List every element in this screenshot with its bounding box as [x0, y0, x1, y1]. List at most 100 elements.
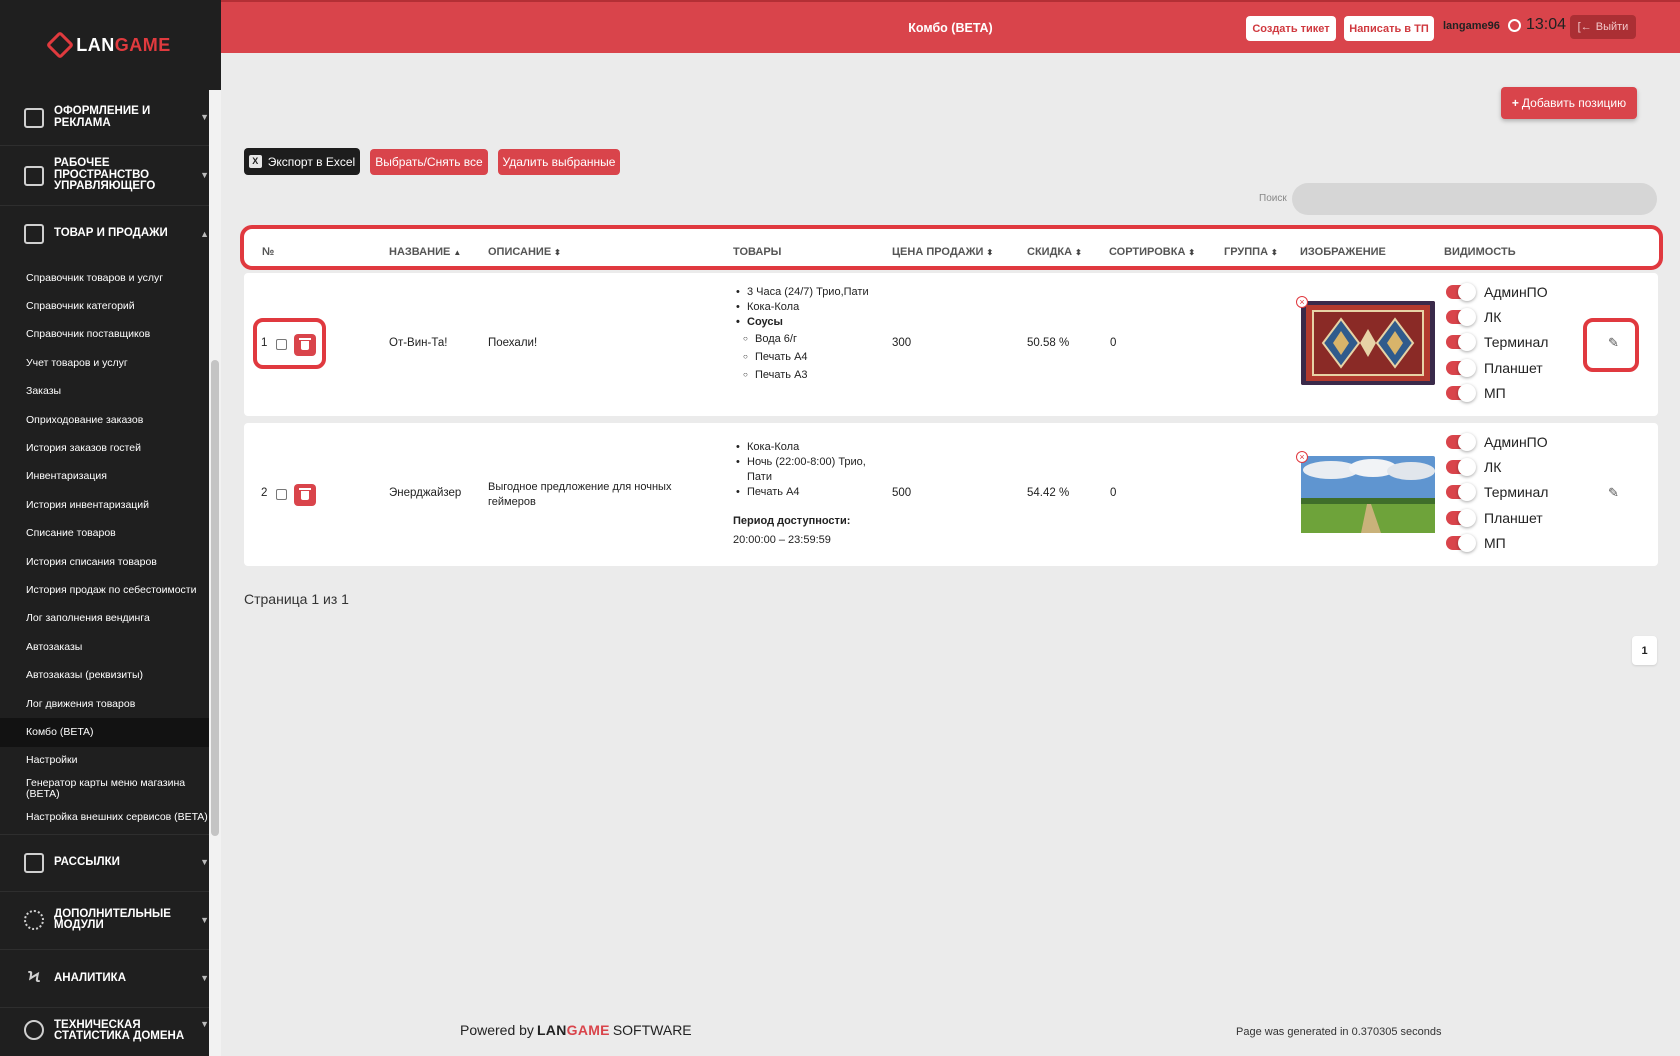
row-discount: 50.58 % [1027, 337, 1070, 349]
row-description: Поехали! [488, 337, 538, 349]
column-name-label: Название [389, 246, 451, 258]
row-image-carpet[interactable] [1301, 301, 1435, 385]
logo[interactable]: LANGAME [0, 0, 221, 90]
search-input[interactable] [1292, 183, 1657, 215]
sidebar-item[interactable]: История списания товаров [0, 548, 221, 576]
visibility-row-lk: ЛК [1446, 454, 1548, 479]
remove-image-icon[interactable]: × [1296, 451, 1308, 463]
row-price: 300 [892, 337, 912, 349]
page-button-1[interactable]: 1 [1632, 636, 1657, 665]
toggle-switch[interactable] [1446, 483, 1476, 502]
create-ticket-button[interactable]: Создать тикет [1246, 16, 1336, 41]
sidebar-item[interactable]: История инвентаризаций [0, 491, 221, 519]
toggle-switch[interactable] [1446, 457, 1476, 476]
username[interactable]: langame96 [1443, 20, 1500, 32]
delete-selected-button[interactable]: Удалить выбранные [498, 149, 620, 175]
sidebar-item[interactable]: Справочник поставщиков [0, 321, 221, 349]
write-support-button[interactable]: Написать в ТП [1344, 16, 1434, 41]
add-position-button[interactable]: + Добавить позицию [1501, 87, 1637, 119]
clock-time: 13:04 [1526, 16, 1567, 33]
row-price: 500 [892, 487, 912, 499]
column-sorting[interactable]: Сортировка ⬍ [1109, 246, 1195, 258]
sidebar-submenu: Справочник товаров и услуг Справочник кат… [0, 262, 221, 832]
table-row: 1 От-Вин-Та! Поехали! 3 Часа (24/7) Трио… [244, 273, 1658, 416]
column-discount-label: Скидка [1027, 246, 1073, 258]
row-sorting: 0 [1110, 337, 1117, 349]
sidebar-item[interactable]: Учет товаров и услуг [0, 349, 221, 377]
sidebar-item[interactable]: Комбо (BETA) [0, 718, 221, 747]
sidebar-item[interactable]: Оприходование заказов [0, 406, 221, 434]
sidebar-item[interactable]: Списание товаров [0, 520, 221, 548]
select-all-button[interactable]: Выбрать/Снять все [370, 149, 488, 175]
sidebar-section-tech-stats[interactable]: Техническая статистика домена ▼ [0, 1008, 221, 1056]
column-description[interactable]: Описание ⬍ [488, 246, 561, 258]
sidebar-item[interactable]: Справочник товаров и услуг [0, 264, 221, 292]
sidebar-item[interactable]: Заказы [0, 378, 221, 406]
sidebar-item[interactable]: Автозаказы [0, 633, 221, 661]
delete-row-button[interactable] [294, 484, 316, 506]
toggle-switch[interactable] [1446, 432, 1476, 451]
visibility-row-mp: МП [1446, 530, 1548, 555]
row-description: Выгодное предложение для ночных геймеров [488, 481, 672, 508]
goods-item: Кока-Кола [733, 300, 869, 315]
column-price[interactable]: Цена продажи ⬍ [892, 246, 993, 258]
sidebar-section-label: Техническая статистика домена [54, 1018, 185, 1043]
briefcase-icon [24, 165, 44, 186]
export-excel-button[interactable]: X Экспорт в Excel [244, 148, 360, 175]
chevron-down-icon: ▼ [200, 857, 209, 868]
chevron-up-icon: ▲ [200, 228, 209, 239]
column-name[interactable]: Название ▲ [389, 246, 461, 258]
toggle-switch[interactable] [1446, 508, 1476, 527]
toggle-switch[interactable] [1446, 383, 1476, 402]
chevron-down-icon: ▼ [200, 112, 209, 122]
logout-button[interactable]: [← Выйти [1570, 15, 1636, 39]
chevron-down-icon: ▼ [200, 1018, 209, 1029]
sidebar-section-modules[interactable]: Дополнительные модули ▼ [0, 892, 221, 950]
sidebar-scrollbar-thumb[interactable] [211, 360, 219, 836]
toggle-switch[interactable] [1446, 282, 1476, 301]
sidebar-item[interactable]: Инвентаризация [0, 463, 221, 491]
powered-by: Powered by LANGAME SOFTWARE [460, 1022, 692, 1038]
landscape-image [1301, 456, 1435, 533]
sidebar-item[interactable]: Автозаказы (реквизиты) [0, 661, 221, 689]
row-image-landscape[interactable] [1301, 456, 1435, 540]
sidebar-section-goods[interactable]: Товар и продажи ▲ [0, 206, 221, 262]
sidebar-item[interactable]: Настройки [0, 747, 221, 775]
goods-item: Кока-Кола [733, 440, 883, 455]
langame-logo-icon [46, 30, 75, 60]
sidebar-section-analytics[interactable]: ϟ Аналитика ▼ [0, 950, 221, 1008]
sidebar-item[interactable]: История продаж по себестоимости [0, 576, 221, 604]
column-price-label: Цена продажи [892, 246, 984, 258]
toggle-switch[interactable] [1446, 358, 1476, 377]
sidebar-item[interactable]: История заказов гостей [0, 434, 221, 462]
sidebar-section-mailings[interactable]: Рассылки ▼ [0, 833, 221, 892]
column-description-label: Описание [488, 246, 552, 258]
toggle-switch[interactable] [1446, 533, 1476, 552]
footer-brand-logo: LANGAME [537, 1022, 610, 1038]
edit-pencil-icon[interactable]: ✎ [1608, 485, 1619, 501]
toggle-switch[interactable] [1446, 307, 1476, 326]
row-checkbox[interactable] [276, 489, 287, 500]
row-goods-list: Кока-Кола Ночь (22:00-8:00) Трио, Пати П… [733, 440, 883, 500]
sidebar-item[interactable]: Лог движения товаров [0, 690, 221, 718]
remove-image-icon[interactable]: × [1296, 296, 1308, 308]
sidebar-item[interactable]: Настройка внешних сервисов (BETA) [0, 803, 221, 831]
toggle-label: МП [1484, 534, 1506, 551]
goods-subitem: Вода 6/г [733, 330, 869, 348]
sidebar-item[interactable]: Лог заполнения вендинга [0, 605, 221, 633]
carpet-image [1301, 301, 1435, 385]
sidebar-item[interactable]: Генератор карты меню магазина (BETA) [0, 775, 221, 803]
powered-by-label: Powered by [460, 1022, 534, 1038]
column-discount[interactable]: Скидка ⬍ [1027, 246, 1082, 258]
logo-prefix: LAN [76, 34, 115, 55]
add-position-label: Добавить позицию [1521, 96, 1627, 110]
visibility-row-adminpo: АдминПО [1446, 279, 1548, 304]
sidebar-section-workspace[interactable]: Рабочее пространство управляющего ▼ [0, 146, 221, 206]
toggle-label: Терминал [1484, 484, 1549, 501]
sidebar-section-label: Оформление и реклама [54, 105, 151, 129]
column-group[interactable]: Группа ⬍ [1224, 246, 1278, 258]
toggle-switch[interactable] [1446, 333, 1476, 352]
chevron-down-icon: ▼ [200, 914, 209, 925]
sidebar-section-design[interactable]: Оформление и реклама ▼ [0, 90, 221, 146]
sidebar-item[interactable]: Справочник категорий [0, 292, 221, 320]
